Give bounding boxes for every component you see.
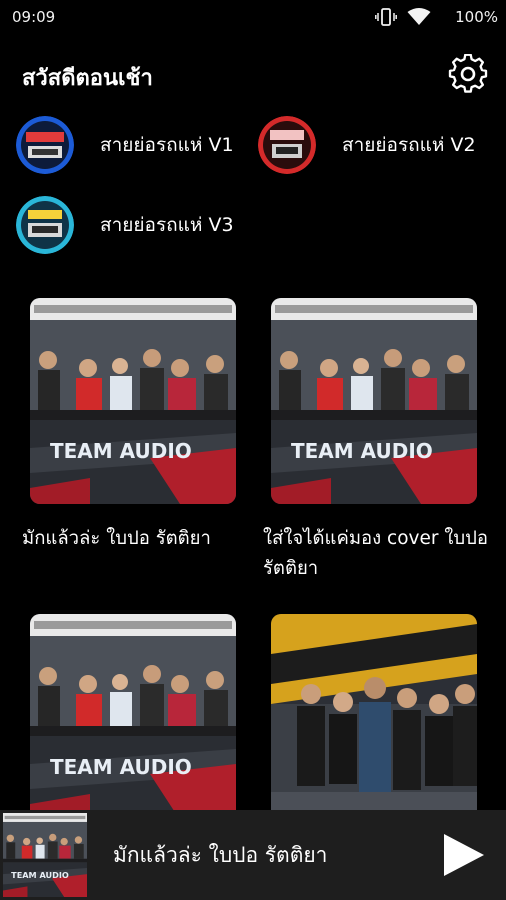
wifi-icon <box>407 8 431 26</box>
play-button[interactable] <box>440 832 486 878</box>
status-icons: 100% <box>375 8 498 26</box>
video-card[interactable]: ใส่ใจได้แค่มอง cover ใบปอ รัตติยา <box>263 298 488 584</box>
video-title: มักแล้วล่ะ ใบปอ รัตติยา <box>22 528 211 549</box>
video-thumbnail <box>30 298 236 504</box>
status-bar: 09:09 100% <box>0 0 506 34</box>
video-card[interactable] <box>271 614 477 820</box>
home-header: สวัสดีตอนเช้า <box>0 50 506 100</box>
playlist-v2-label: สายย่อรถแห่ V2 <box>342 134 476 156</box>
vibrate-icon <box>375 8 398 26</box>
video-card[interactable]: มักแล้วล่ะ ใบปอ รัตติยา <box>22 298 236 554</box>
playlist-item-v2[interactable]: สายย่อรถแห่ V2 <box>258 116 476 174</box>
now-playing-thumbnail <box>3 813 87 897</box>
video-thumbnail <box>271 298 477 504</box>
playlist-item-v3[interactable]: สายย่อรถแห่ V3 <box>16 196 234 254</box>
playlist-v1-thumbnail <box>16 116 74 174</box>
playlist-v3-thumbnail <box>16 196 74 254</box>
playlist-v2-thumbnail <box>258 116 316 174</box>
status-time: 09:09 <box>12 8 56 26</box>
greeting-title: สวัสดีตอนเช้า <box>22 66 153 91</box>
video-thumbnail <box>271 614 477 820</box>
mini-player[interactable]: มักแล้วล่ะ ใบปอ รัตติยา <box>0 810 506 900</box>
settings-gear-icon[interactable] <box>448 54 488 94</box>
video-thumbnail <box>30 614 236 820</box>
battery-level: 100% <box>455 8 498 26</box>
now-playing-title: มักแล้วล่ะ ใบปอ รัตติยา <box>113 843 328 867</box>
playlist-item-v1[interactable]: สายย่อรถแห่ V1 <box>16 116 234 174</box>
playlist-v1-label: สายย่อรถแห่ V1 <box>100 134 234 156</box>
play-icon <box>444 834 484 876</box>
playlist-v3-label: สายย่อรถแห่ V3 <box>100 214 234 236</box>
video-title: ใส่ใจได้แค่มอง cover ใบปอ รัตติยา <box>263 528 488 579</box>
video-card[interactable] <box>30 614 236 820</box>
